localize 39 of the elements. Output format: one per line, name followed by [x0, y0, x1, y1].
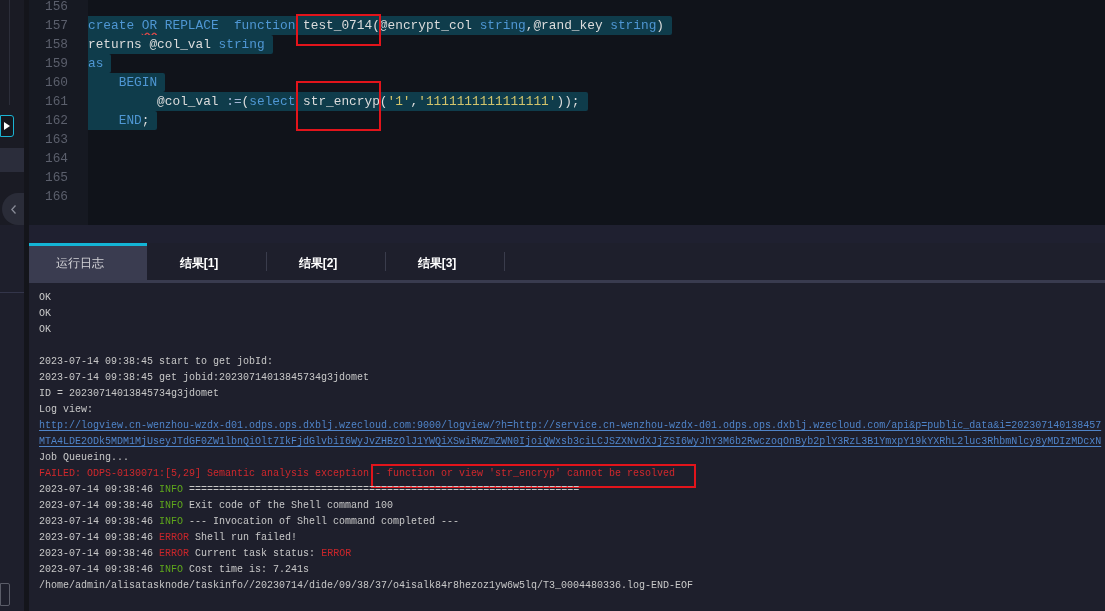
line-number: 159 — [44, 55, 68, 73]
log-line: Log view: — [39, 403, 93, 417]
line-number: 158 — [44, 36, 68, 54]
log-line: 2023-07-14 09:38:46 ERROR Current task status: ERROR — [39, 547, 352, 561]
line-number: 164 — [44, 150, 68, 168]
log-line: 2023-07-14 09:38:46 INFO Exit code of the Shell command 100 — [39, 499, 394, 513]
log-line: OK — [39, 307, 51, 321]
log-line: OK — [39, 291, 51, 305]
tab[interactable]: 结果[1] — [148, 243, 266, 280]
collapse-button[interactable] — [2, 193, 24, 225]
log-line: OK — [39, 323, 51, 337]
log-line: 2023-07-14 09:38:45 get jobid:20230714013845734g3jdomet — [39, 371, 370, 385]
log-line: ID = 20230714013845734g3jdomet — [39, 387, 220, 401]
log-line: Job Queueing... — [39, 451, 129, 465]
expand-button[interactable] — [0, 115, 14, 137]
log-line: 2023-07-14 09:38:46 INFO Cost time is: 7.241s — [39, 563, 310, 577]
sidebar-button[interactable] — [0, 583, 10, 606]
caret-right-icon — [4, 122, 10, 130]
log-line: 2023-07-14 09:38:45 start to get jobId: — [39, 355, 274, 369]
highlighted-error-text: - function or view 'str_encryp' cannot be resolved — [371, 464, 697, 488]
log-link[interactable]: MTA4LDE2ODk5MDM1MjUseyJTdGF0ZW1lbnQiOlt7IkFjdGlvbiI6WyJvZHBzOlJ1YWQiXSwiRWZmZWN0IjoiQWxsb3ciLCJSZXNvdXJjZSI6WyJhY3M6b2RwczoqOnByb2plY3RzL3B1YmxpY19kYXRhL2luc3RhbmNlcy8yMDIzMDcxN — [39, 434, 1102, 450]
tab[interactable]: 结果[2] — [267, 243, 385, 280]
line-number: 166 — [44, 188, 68, 206]
log-line: 2023-07-14 09:38:46 ERROR Shell run failed! — [39, 531, 298, 545]
tab[interactable]: 运行日志 — [29, 243, 147, 280]
log-line: /home/admin/alisatasknode/taskinfo//20230714/dide/09/38/37/o4isalk84r8hezoz1yw6w5lq/T3_0004480336.log-END-EOF — [39, 579, 694, 593]
code-editor[interactable] — [29, 0, 1105, 225]
error-message: FAILED: ODPS-0130071:[5,29] Semantic analysis exception — [39, 467, 370, 481]
log-link[interactable]: http://logview.cn-wenzhou-wzdx-d01.odps.ops.dxblj.wzecloud.com:9000/logview/?h=http://service.cn-wenzhou-wzdx-d01.odps.ops.dxblj.wzecloud.com/api&p=public_data&i=202307140138457 — [39, 418, 1102, 434]
tab[interactable]: 结果[3] — [386, 243, 504, 280]
line-number: 161 — [44, 93, 68, 111]
chevron-left-icon — [10, 204, 16, 214]
line-number: 165 — [44, 169, 68, 187]
line-number: 157 — [44, 17, 68, 35]
line-number: 156 — [44, 0, 68, 16]
line-number: 160 — [44, 74, 68, 92]
log-line: 2023-07-14 09:38:46 INFO --- Invocation of Shell command completed --- — [39, 515, 460, 529]
line-number: 162 — [44, 112, 68, 130]
line-number: 163 — [44, 131, 68, 149]
